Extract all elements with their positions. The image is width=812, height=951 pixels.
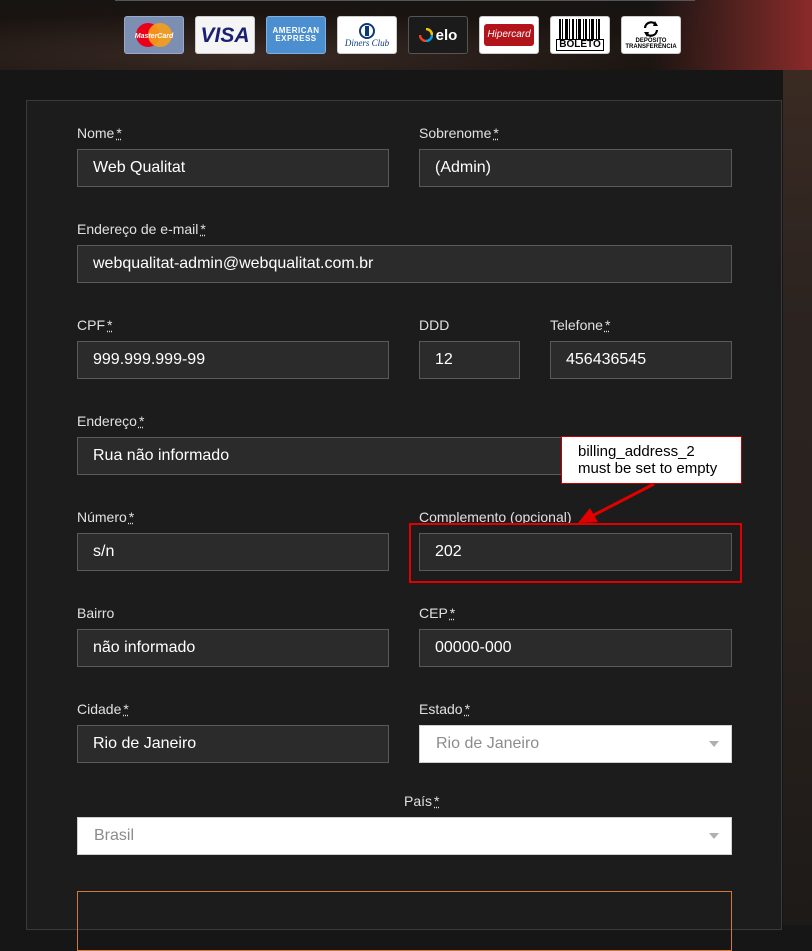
cidade-input[interactable]: Rio de Janeiro xyxy=(77,725,389,763)
chevron-down-icon xyxy=(709,833,719,839)
annotation-highlight-box xyxy=(409,523,742,583)
bairro-input[interactable]: não informado xyxy=(77,629,389,667)
numero-label: Número * xyxy=(77,509,135,525)
background-photo xyxy=(783,70,812,925)
header-background xyxy=(0,0,812,70)
next-section-box xyxy=(77,891,732,951)
cpf-input[interactable]: 999.999.999-99 xyxy=(77,341,389,379)
estado-select[interactable]: Rio de Janeiro xyxy=(419,725,732,763)
chevron-down-icon xyxy=(709,741,719,747)
boleto-logo: BOLETO xyxy=(550,16,610,54)
numero-input[interactable]: s/n xyxy=(77,533,389,571)
telefone-input[interactable]: 456436545 xyxy=(550,341,732,379)
endereco-label: Endereço * xyxy=(77,413,145,429)
annotation-arrow-icon xyxy=(578,482,655,523)
bairro-label: Bairro xyxy=(77,605,115,621)
sobrenome-input[interactable]: (Admin) xyxy=(419,149,732,187)
elo-icon xyxy=(418,28,433,42)
pais-value: Brasil xyxy=(94,827,135,844)
ddd-label: DDD xyxy=(419,317,450,333)
visa-logo: VISA xyxy=(195,16,255,54)
sobrenome-label: Sobrenome * xyxy=(419,125,499,141)
annotation-callout: billing_address_2 must be set to empty xyxy=(561,436,742,484)
annotation-line-1: billing_address_2 xyxy=(578,443,695,460)
hipercard-logo: Hipercard xyxy=(479,16,539,54)
nome-label: Nome * xyxy=(77,125,122,141)
email-input[interactable]: webqualitat-admin@webqualitat.com.br xyxy=(77,245,732,283)
divider xyxy=(115,0,695,1)
amex-logo: AMERICAN EXPRESS xyxy=(266,16,326,54)
estado-label: Estado * xyxy=(419,701,471,717)
elo-logo: elo xyxy=(408,16,468,54)
diners-icon xyxy=(359,22,375,39)
telefone-label: Telefone * xyxy=(550,317,611,333)
annotation-line-2: must be set to empty xyxy=(578,460,718,477)
nome-input[interactable]: Web Qualitat xyxy=(77,149,389,187)
email-label: Endereço de e-mail * xyxy=(77,221,206,237)
deposito-logo: DEPÓSITO TRANSFERÊNCIA xyxy=(621,16,681,54)
cep-label: CEP * xyxy=(419,605,456,621)
mastercard-logo: MasterCard xyxy=(124,16,184,54)
diners-logo: Diners Club xyxy=(337,16,397,54)
barcode-icon xyxy=(559,19,600,39)
cidade-label: Cidade * xyxy=(77,701,129,717)
estado-value: Rio de Janeiro xyxy=(436,735,540,752)
transfer-icon xyxy=(643,21,659,37)
ddd-input[interactable]: 12 xyxy=(419,341,520,379)
pais-select[interactable]: Brasil xyxy=(77,817,732,855)
pais-label: País * xyxy=(404,793,440,809)
cep-input[interactable]: 00000-000 xyxy=(419,629,732,667)
cpf-label: CPF * xyxy=(77,317,113,333)
mastercard-icon: MasterCard xyxy=(135,23,174,47)
svg-text:MasterCard: MasterCard xyxy=(135,33,174,40)
